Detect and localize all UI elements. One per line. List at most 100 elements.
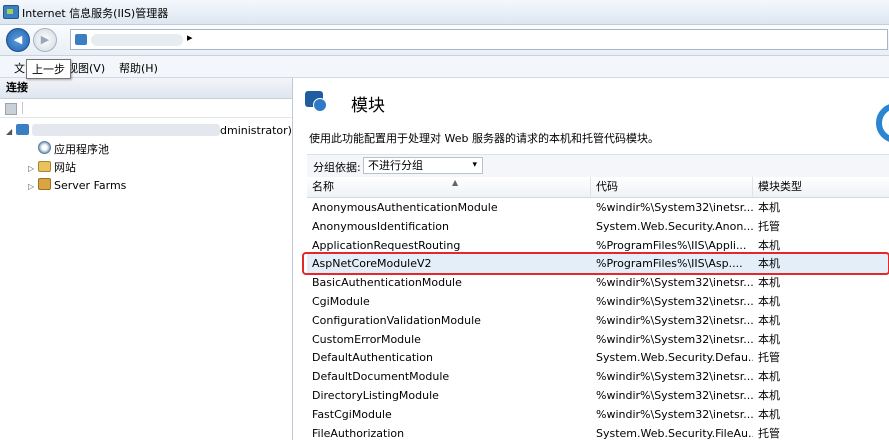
module-name-cell: CgiModule — [312, 295, 370, 308]
module-name-cell: DirectoryListingModule — [312, 389, 439, 402]
connections-panel: 连接 ◢ dministrator) 应用程序池 ▷ 网站 ▷ Server Farm… — [0, 78, 293, 440]
module-type-cell: 本机 — [758, 313, 780, 327]
table-row[interactable]: FastCgiModule %windir%\System32\inetsr...… — [307, 405, 889, 424]
table-row[interactable]: BasicAuthenticationModule %windir%\System… — [307, 273, 889, 292]
server-icon — [75, 34, 87, 45]
sites-icon — [38, 161, 51, 172]
table-row[interactable]: ApplicationRequestRouting %ProgramFiles%\… — [307, 236, 889, 255]
module-name-cell: BasicAuthenticationModule — [312, 276, 462, 290]
module-type-cell: 托管 — [758, 351, 780, 365]
address-bar[interactable]: ▸ — [70, 29, 888, 50]
modules-panel: 模块 使用此功能配置用于处理对 Web 服务器的请求的本机和托管代码模块。 分组… — [293, 78, 889, 440]
tree-item-sites[interactable]: ▷ 网站 — [28, 159, 76, 177]
back-tooltip: 上一步 — [26, 59, 71, 79]
expand-icon[interactable]: ▷ — [28, 178, 38, 196]
module-type-cell: 本机 — [758, 370, 780, 384]
connections-header: 连接 — [0, 78, 292, 99]
toolbar-separator — [22, 102, 23, 114]
menu-help[interactable]: 帮助(H) — [119, 60, 158, 76]
table-row[interactable]: CgiModule %windir%\System32\inetsr... 本机 — [307, 292, 889, 311]
tree-item-server-farms[interactable]: ▷ Server Farms — [28, 177, 126, 195]
server-name-redacted — [32, 124, 220, 136]
collapse-icon[interactable]: ◢ — [6, 123, 16, 141]
back-arrow-icon: ◀ — [13, 33, 23, 46]
table-row[interactable]: ConfigurationValidationModule %windir%\Sy… — [307, 311, 889, 330]
tree-server-node[interactable]: ◢ dministrator) — [6, 122, 292, 140]
module-type-cell: 本机 — [758, 276, 780, 290]
module-name-cell: AnonymousAuthenticationModule — [312, 201, 498, 214]
group-by-bar: 分组依据: 不进行分组 ▾ — [307, 154, 889, 177]
back-button[interactable]: ◀ — [6, 28, 30, 52]
table-row[interactable]: DefaultDocumentModule %windir%\System32\i… — [307, 367, 889, 386]
module-code-cell: %windir%\System32\inetsr... — [596, 295, 753, 308]
sort-ascending-icon: ▲ — [452, 178, 459, 187]
group-by-value: 不进行分组 — [368, 159, 423, 172]
module-code-cell: %windir%\System32\inetsr... — [596, 313, 753, 327]
address-path-redacted — [91, 34, 183, 46]
forward-button[interactable]: ▶ — [33, 28, 57, 52]
group-by-label: 分组依据: — [313, 161, 361, 174]
module-type-cell: 本机 — [758, 389, 780, 402]
new-connection-icon[interactable] — [5, 103, 17, 115]
module-type-cell: 本机 — [758, 407, 780, 421]
module-code-cell: %windir%\System32\inetsr... — [596, 201, 753, 214]
module-name-cell: ApplicationRequestRouting — [312, 238, 461, 252]
address-expand-icon[interactable]: ▸ — [187, 31, 193, 44]
table-row[interactable]: AnonymousAuthenticationModule %windir%\Sy… — [307, 198, 889, 217]
table-row[interactable]: CustomErrorModule %windir%\System32\inets… — [307, 330, 889, 349]
module-code-cell: %windir%\System32\inetsr... — [596, 332, 753, 346]
dropdown-arrow-icon: ▾ — [472, 160, 477, 170]
help-globe-icon — [876, 103, 889, 143]
menu-bar: 文 视图(V) 帮助(H) — [0, 56, 889, 78]
module-code-cell: System.Web.Security.Anon... — [596, 219, 753, 233]
page-description: 使用此功能配置用于处理对 Web 服务器的请求的本机和托管代码模块。 — [309, 132, 659, 145]
table-row[interactable]: AspNetCoreModuleV2 %ProgramFiles%\IIS\Asp… — [307, 254, 889, 274]
connections-toolbar — [0, 99, 292, 118]
module-type-cell: 本机 — [758, 332, 780, 346]
tree-item-app-pools[interactable]: 应用程序池 — [28, 141, 109, 159]
navigation-bar: ◀ ▶ ▸ — [0, 25, 889, 56]
module-name-cell: AspNetCoreModuleV2 — [312, 257, 432, 271]
module-type-cell: 本机 — [758, 201, 780, 214]
column-header-type[interactable]: 模块类型 — [753, 177, 889, 197]
module-code-cell: %windir%\System32\inetsr... — [596, 389, 753, 402]
table-header: 名称 ▲ 代码 模块类型 — [307, 177, 889, 198]
module-code-cell: %ProgramFiles%\IIS\Asp.... — [596, 257, 743, 271]
module-code-cell: %ProgramFiles%\IIS\Appli... — [596, 238, 747, 252]
column-header-code[interactable]: 代码 — [591, 177, 753, 197]
module-name-cell: ConfigurationValidationModule — [312, 313, 481, 327]
module-name-cell: FastCgiModule — [312, 407, 392, 421]
module-code-cell: %windir%\System32\inetsr... — [596, 407, 753, 421]
module-name-cell: CustomErrorModule — [312, 332, 421, 346]
module-code-cell: System.Web.Security.Defau... — [596, 351, 753, 365]
module-type-cell: 本机 — [758, 257, 780, 271]
server-icon — [16, 124, 29, 135]
server-farms-icon — [38, 178, 51, 190]
forward-arrow-icon: ▶ — [40, 33, 50, 46]
window-title: Internet 信息服务(IIS)管理器 — [22, 7, 169, 20]
iis-manager-icon — [3, 5, 19, 19]
server-name-suffix: dministrator) — [220, 124, 292, 137]
table-row[interactable]: DirectoryListingModule %windir%\System32\… — [307, 386, 889, 405]
menu-file[interactable]: 文 — [14, 60, 25, 76]
module-name-cell: DefaultAuthentication — [312, 351, 433, 365]
module-type-cell: 托管 — [758, 219, 780, 233]
module-code-cell: %windir%\System32\inetsr... — [596, 370, 753, 384]
table-row[interactable]: DefaultAuthentication System.Web.Security… — [307, 348, 889, 367]
tree-item-label: Server Farms — [54, 179, 127, 192]
module-name-cell: DefaultDocumentModule — [312, 370, 450, 384]
expand-icon[interactable]: ▷ — [28, 160, 38, 178]
modules-icon — [305, 91, 327, 112]
app-pool-icon — [38, 141, 51, 154]
column-header-name[interactable]: 名称 ▲ — [307, 177, 591, 197]
tree-item-label: 网站 — [54, 161, 76, 174]
module-name-cell: AnonymousIdentification — [312, 219, 449, 233]
menu-view[interactable]: 视图(V) — [67, 60, 105, 76]
group-by-select[interactable]: 不进行分组 ▾ — [363, 157, 483, 174]
module-code-cell: %windir%\System32\inetsr... — [596, 276, 753, 290]
module-type-cell: 本机 — [758, 238, 780, 252]
table-row[interactable]: AnonymousIdentification System.Web.Securi… — [307, 217, 889, 236]
tree-item-label: 应用程序池 — [54, 143, 109, 156]
page-title: 模块 — [351, 96, 385, 116]
module-type-cell: 本机 — [758, 295, 780, 308]
